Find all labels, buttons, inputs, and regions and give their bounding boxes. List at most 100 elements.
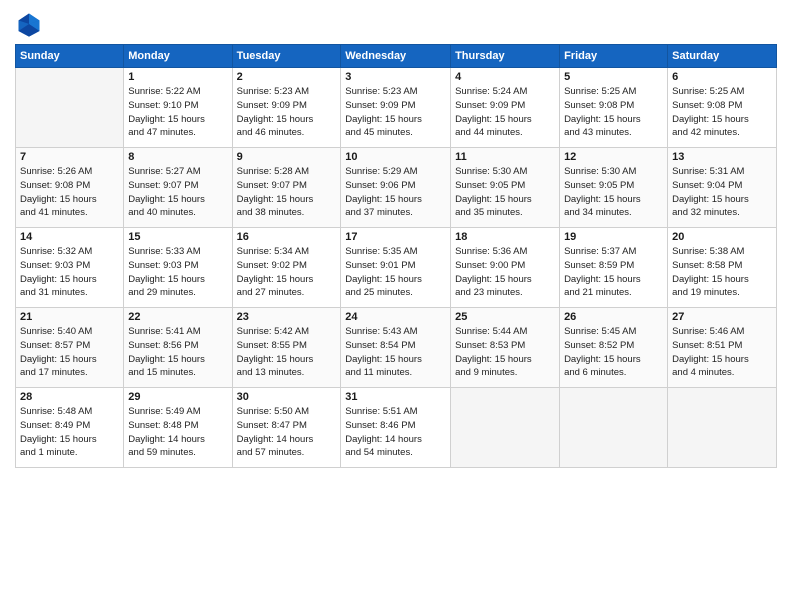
weekday-thursday: Thursday: [451, 45, 560, 68]
day-number: 26: [564, 311, 663, 323]
day-number: 11: [455, 151, 555, 163]
day-number: 18: [455, 231, 555, 243]
day-cell: [560, 388, 668, 468]
day-cell: 1Sunrise: 5:22 AM Sunset: 9:10 PM Daylig…: [124, 68, 232, 148]
day-number: 28: [20, 391, 119, 403]
day-info: Sunrise: 5:29 AM Sunset: 9:06 PM Dayligh…: [345, 165, 446, 220]
weekday-sunday: Sunday: [16, 45, 124, 68]
day-cell: [16, 68, 124, 148]
day-number: 19: [564, 231, 663, 243]
day-cell: [668, 388, 777, 468]
day-info: Sunrise: 5:23 AM Sunset: 9:09 PM Dayligh…: [345, 85, 446, 140]
day-cell: 23Sunrise: 5:42 AM Sunset: 8:55 PM Dayli…: [232, 308, 341, 388]
day-number: 30: [237, 391, 337, 403]
logo-icon: [15, 10, 43, 38]
weekday-header-row: SundayMondayTuesdayWednesdayThursdayFrid…: [16, 45, 777, 68]
day-cell: 19 Sunrise: 5:37 AM Sunset: 8:59 PM Dayli…: [560, 228, 668, 308]
day-number: 25: [455, 311, 555, 323]
day-cell: 5 Sunrise: 5:25 AM Sunset: 9:08 PM Daylig…: [560, 68, 668, 148]
logo: [15, 10, 47, 38]
day-number: 17: [345, 231, 446, 243]
day-cell: 12 Sunrise: 5:30 AM Sunset: 9:05 PM Dayli…: [560, 148, 668, 228]
day-info: Sunrise: 5:25 AM Sunset: 9:08 PM Dayligh…: [672, 85, 772, 140]
day-cell: 20Sunrise: 5:38 AM Sunset: 8:58 PM Dayli…: [668, 228, 777, 308]
day-number: 7: [20, 151, 119, 163]
day-cell: 24Sunrise: 5:43 AM Sunset: 8:54 PM Dayli…: [341, 308, 451, 388]
day-number: 4: [455, 71, 555, 83]
day-info: Sunrise: 5:30 AM Sunset: 9:05 PM Dayligh…: [455, 165, 555, 220]
day-info: Sunrise: 5:44 AM Sunset: 8:53 PM Dayligh…: [455, 325, 555, 380]
day-info: Sunrise: 5:33 AM Sunset: 9:03 PM Dayligh…: [128, 245, 227, 300]
day-info: Sunrise: 5:23 AM Sunset: 9:09 PM Dayligh…: [237, 85, 337, 140]
day-info: Sunrise: 5:25 AM Sunset: 9:08 PM Dayligh…: [564, 85, 663, 140]
day-cell: 11 Sunrise: 5:30 AM Sunset: 9:05 PM Dayli…: [451, 148, 560, 228]
day-info: Sunrise: 5:26 AM Sunset: 9:08 PM Dayligh…: [20, 165, 119, 220]
day-info: Sunrise: 5:45 AM Sunset: 8:52 PM Dayligh…: [564, 325, 663, 380]
week-row-4: 21Sunrise: 5:40 AM Sunset: 8:57 PM Dayli…: [16, 308, 777, 388]
header: [15, 10, 777, 38]
day-info: Sunrise: 5:37 AM Sunset: 8:59 PM Dayligh…: [564, 245, 663, 300]
day-number: 9: [237, 151, 337, 163]
day-number: 27: [672, 311, 772, 323]
day-number: 8: [128, 151, 227, 163]
day-cell: 4 Sunrise: 5:24 AM Sunset: 9:09 PM Daylig…: [451, 68, 560, 148]
day-info: Sunrise: 5:34 AM Sunset: 9:02 PM Dayligh…: [237, 245, 337, 300]
day-cell: 17 Sunrise: 5:35 AM Sunset: 9:01 PM Dayli…: [341, 228, 451, 308]
day-cell: 9 Sunrise: 5:28 AM Sunset: 9:07 PM Daylig…: [232, 148, 341, 228]
day-info: Sunrise: 5:35 AM Sunset: 9:01 PM Dayligh…: [345, 245, 446, 300]
day-cell: 6 Sunrise: 5:25 AM Sunset: 9:08 PM Daylig…: [668, 68, 777, 148]
day-cell: 25 Sunrise: 5:44 AM Sunset: 8:53 PM Dayli…: [451, 308, 560, 388]
day-cell: 14Sunrise: 5:32 AM Sunset: 9:03 PM Dayli…: [16, 228, 124, 308]
day-cell: 30 Sunrise: 5:50 AM Sunset: 8:47 PM Dayli…: [232, 388, 341, 468]
day-info: Sunrise: 5:41 AM Sunset: 8:56 PM Dayligh…: [128, 325, 227, 380]
day-number: 10: [345, 151, 446, 163]
day-cell: 22 Sunrise: 5:41 AM Sunset: 8:56 PM Dayli…: [124, 308, 232, 388]
calendar-table: SundayMondayTuesdayWednesdayThursdayFrid…: [15, 44, 777, 468]
day-number: 13: [672, 151, 772, 163]
day-cell: [451, 388, 560, 468]
day-cell: 29 Sunrise: 5:49 AM Sunset: 8:48 PM Dayli…: [124, 388, 232, 468]
day-info: Sunrise: 5:30 AM Sunset: 9:05 PM Dayligh…: [564, 165, 663, 220]
week-row-5: 28 Sunrise: 5:48 AM Sunset: 8:49 PM Dayli…: [16, 388, 777, 468]
day-info: Sunrise: 5:24 AM Sunset: 9:09 PM Dayligh…: [455, 85, 555, 140]
day-info: Sunrise: 5:51 AM Sunset: 8:46 PM Dayligh…: [345, 405, 446, 460]
day-info: Sunrise: 5:27 AM Sunset: 9:07 PM Dayligh…: [128, 165, 227, 220]
day-info: Sunrise: 5:38 AM Sunset: 8:58 PM Dayligh…: [672, 245, 772, 300]
day-number: 12: [564, 151, 663, 163]
day-number: 14: [20, 231, 119, 243]
day-cell: 2 Sunrise: 5:23 AM Sunset: 9:09 PM Daylig…: [232, 68, 341, 148]
day-cell: 3 Sunrise: 5:23 AM Sunset: 9:09 PM Daylig…: [341, 68, 451, 148]
day-info: Sunrise: 5:40 AM Sunset: 8:57 PM Dayligh…: [20, 325, 119, 380]
day-cell: 10 Sunrise: 5:29 AM Sunset: 9:06 PM Dayli…: [341, 148, 451, 228]
day-number: 6: [672, 71, 772, 83]
weekday-wednesday: Wednesday: [341, 45, 451, 68]
page-container: SundayMondayTuesdayWednesdayThursdayFrid…: [0, 0, 792, 478]
day-cell: 26 Sunrise: 5:45 AM Sunset: 8:52 PM Dayli…: [560, 308, 668, 388]
day-number: 22: [128, 311, 227, 323]
day-cell: 16Sunrise: 5:34 AM Sunset: 9:02 PM Dayli…: [232, 228, 341, 308]
weekday-saturday: Saturday: [668, 45, 777, 68]
day-number: 5: [564, 71, 663, 83]
day-number: 1: [128, 71, 227, 83]
day-info: Sunrise: 5:49 AM Sunset: 8:48 PM Dayligh…: [128, 405, 227, 460]
day-number: 2: [237, 71, 337, 83]
weekday-monday: Monday: [124, 45, 232, 68]
day-info: Sunrise: 5:50 AM Sunset: 8:47 PM Dayligh…: [237, 405, 337, 460]
day-number: 29: [128, 391, 227, 403]
day-info: Sunrise: 5:46 AM Sunset: 8:51 PM Dayligh…: [672, 325, 772, 380]
day-cell: 18Sunrise: 5:36 AM Sunset: 9:00 PM Dayli…: [451, 228, 560, 308]
day-info: Sunrise: 5:31 AM Sunset: 9:04 PM Dayligh…: [672, 165, 772, 220]
day-info: Sunrise: 5:48 AM Sunset: 8:49 PM Dayligh…: [20, 405, 119, 460]
week-row-2: 7 Sunrise: 5:26 AM Sunset: 9:08 PM Daylig…: [16, 148, 777, 228]
week-row-1: 1Sunrise: 5:22 AM Sunset: 9:10 PM Daylig…: [16, 68, 777, 148]
day-cell: 21Sunrise: 5:40 AM Sunset: 8:57 PM Dayli…: [16, 308, 124, 388]
day-cell: 28 Sunrise: 5:48 AM Sunset: 8:49 PM Dayli…: [16, 388, 124, 468]
day-number: 23: [237, 311, 337, 323]
day-cell: 13 Sunrise: 5:31 AM Sunset: 9:04 PM Dayli…: [668, 148, 777, 228]
day-info: Sunrise: 5:43 AM Sunset: 8:54 PM Dayligh…: [345, 325, 446, 380]
day-info: Sunrise: 5:28 AM Sunset: 9:07 PM Dayligh…: [237, 165, 337, 220]
day-cell: 31Sunrise: 5:51 AM Sunset: 8:46 PM Dayli…: [341, 388, 451, 468]
day-cell: 27 Sunrise: 5:46 AM Sunset: 8:51 PM Dayli…: [668, 308, 777, 388]
day-cell: 7 Sunrise: 5:26 AM Sunset: 9:08 PM Daylig…: [16, 148, 124, 228]
day-number: 3: [345, 71, 446, 83]
